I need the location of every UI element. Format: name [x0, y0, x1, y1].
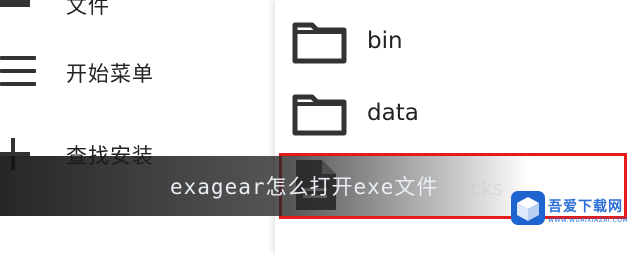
- drawer-item-label: 文件: [66, 0, 110, 18]
- watermark-logo: 吾爱下载网 WWW.WUAIXIAZAI.COM: [510, 190, 636, 242]
- drawer-item-start-menu[interactable]: 开始菜单: [0, 36, 275, 106]
- file-name: bin: [367, 28, 403, 54]
- folder-icon: [292, 17, 348, 65]
- folder-icon: [292, 89, 348, 137]
- file-name: data: [367, 100, 419, 126]
- watermark-url: WWW.WUAIXIAZAI.COM: [548, 217, 629, 224]
- file-row-bin[interactable]: bin: [275, 6, 638, 76]
- file-row-data[interactable]: data: [275, 78, 638, 148]
- cube-logo-icon: [510, 190, 546, 228]
- partial-filename-text: cks: [470, 176, 503, 200]
- menu-icon: [0, 51, 40, 91]
- watermark-title: 吾爱下载网: [548, 199, 623, 215]
- drawer-item-label: 开始菜单: [66, 62, 154, 86]
- drawer-item-files[interactable]: 文件: [0, 0, 275, 38]
- caption-text: exagear怎么打开exe文件: [170, 175, 439, 199]
- folder-icon: [0, 0, 40, 33]
